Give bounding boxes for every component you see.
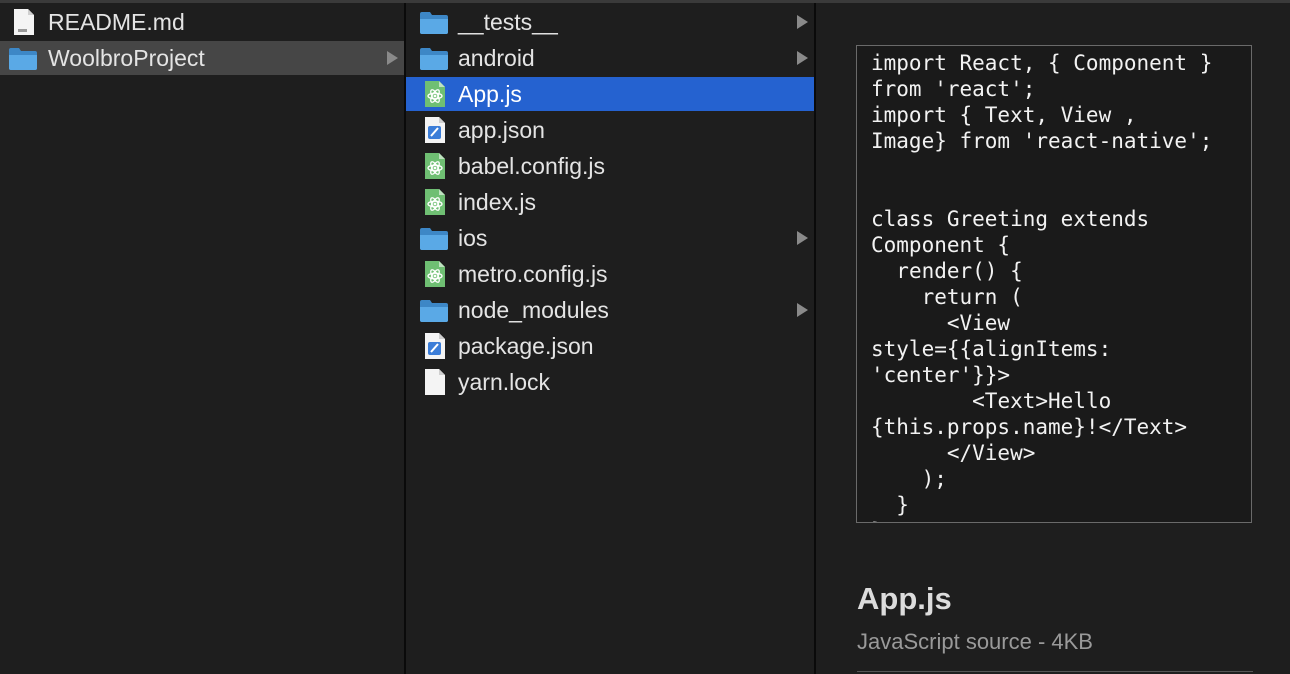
info-divider — [857, 671, 1253, 672]
file-row-package-json[interactable]: package.json — [406, 329, 814, 363]
item-label: package.json — [458, 333, 594, 359]
file-row-app-json[interactable]: app.json — [406, 113, 814, 147]
file-row-babel-config-js[interactable]: babel.config.js — [406, 149, 814, 183]
disclosure-arrow-icon — [797, 15, 808, 29]
folder-icon — [8, 44, 38, 72]
item-label: babel.config.js — [458, 153, 606, 179]
project-column[interactable]: __tests__ android App.js app.json babel.… — [406, 3, 814, 674]
json-file-icon — [419, 116, 449, 144]
js-file-icon — [419, 260, 449, 288]
folder-row-node-modules[interactable]: node_modules — [406, 293, 814, 327]
code-preview: import React, { Component } from 'react'… — [856, 45, 1252, 523]
folder-row-ios[interactable]: ios — [406, 221, 814, 255]
file-row-readme-md[interactable]: README.md — [0, 5, 404, 39]
item-label: App.js — [458, 81, 522, 107]
disclosure-arrow-icon — [797, 51, 808, 65]
item-label: __tests__ — [458, 9, 558, 35]
file-row-metro-config-js[interactable]: metro.config.js — [406, 257, 814, 291]
markdown-file-icon — [8, 8, 38, 36]
folder-row-woolbroproject[interactable]: WoolbroProject — [0, 41, 404, 75]
file-row-yarn-lock[interactable]: yarn.lock — [406, 365, 814, 399]
folder-row-android[interactable]: android — [406, 41, 814, 75]
folder-row-tests[interactable]: __tests__ — [406, 5, 814, 39]
js-file-icon — [419, 188, 449, 216]
js-file-icon — [419, 80, 449, 108]
disclosure-arrow-icon — [797, 303, 808, 317]
file-title: App.js — [857, 581, 952, 616]
json-file-icon — [419, 332, 449, 360]
item-label: app.json — [458, 117, 545, 143]
item-label: WoolbroProject — [48, 45, 205, 71]
preview-pane: import React, { Component } from 'react'… — [816, 3, 1290, 674]
file-row-index-js[interactable]: index.js — [406, 185, 814, 219]
item-label: node_modules — [458, 297, 609, 323]
folder-icon — [419, 8, 449, 36]
code-preview-text: import React, { Component } from 'react'… — [871, 51, 1213, 522]
item-label: ios — [458, 225, 488, 251]
parent-column[interactable]: README.md WoolbroProject — [0, 3, 404, 674]
item-label: README.md — [48, 9, 185, 35]
file-kind: JavaScript source - 4KB — [857, 629, 1093, 654]
item-label: index.js — [458, 189, 536, 215]
item-label: yarn.lock — [458, 369, 551, 395]
item-label: metro.config.js — [458, 261, 608, 287]
blank-file-icon — [419, 368, 449, 396]
disclosure-arrow-icon — [387, 51, 398, 65]
js-file-icon — [419, 152, 449, 180]
item-label: android — [458, 45, 535, 71]
file-row-app-js[interactable]: App.js — [406, 77, 814, 111]
folder-icon — [419, 296, 449, 324]
folder-icon — [419, 224, 449, 252]
folder-icon — [419, 44, 449, 72]
disclosure-arrow-icon — [797, 231, 808, 245]
